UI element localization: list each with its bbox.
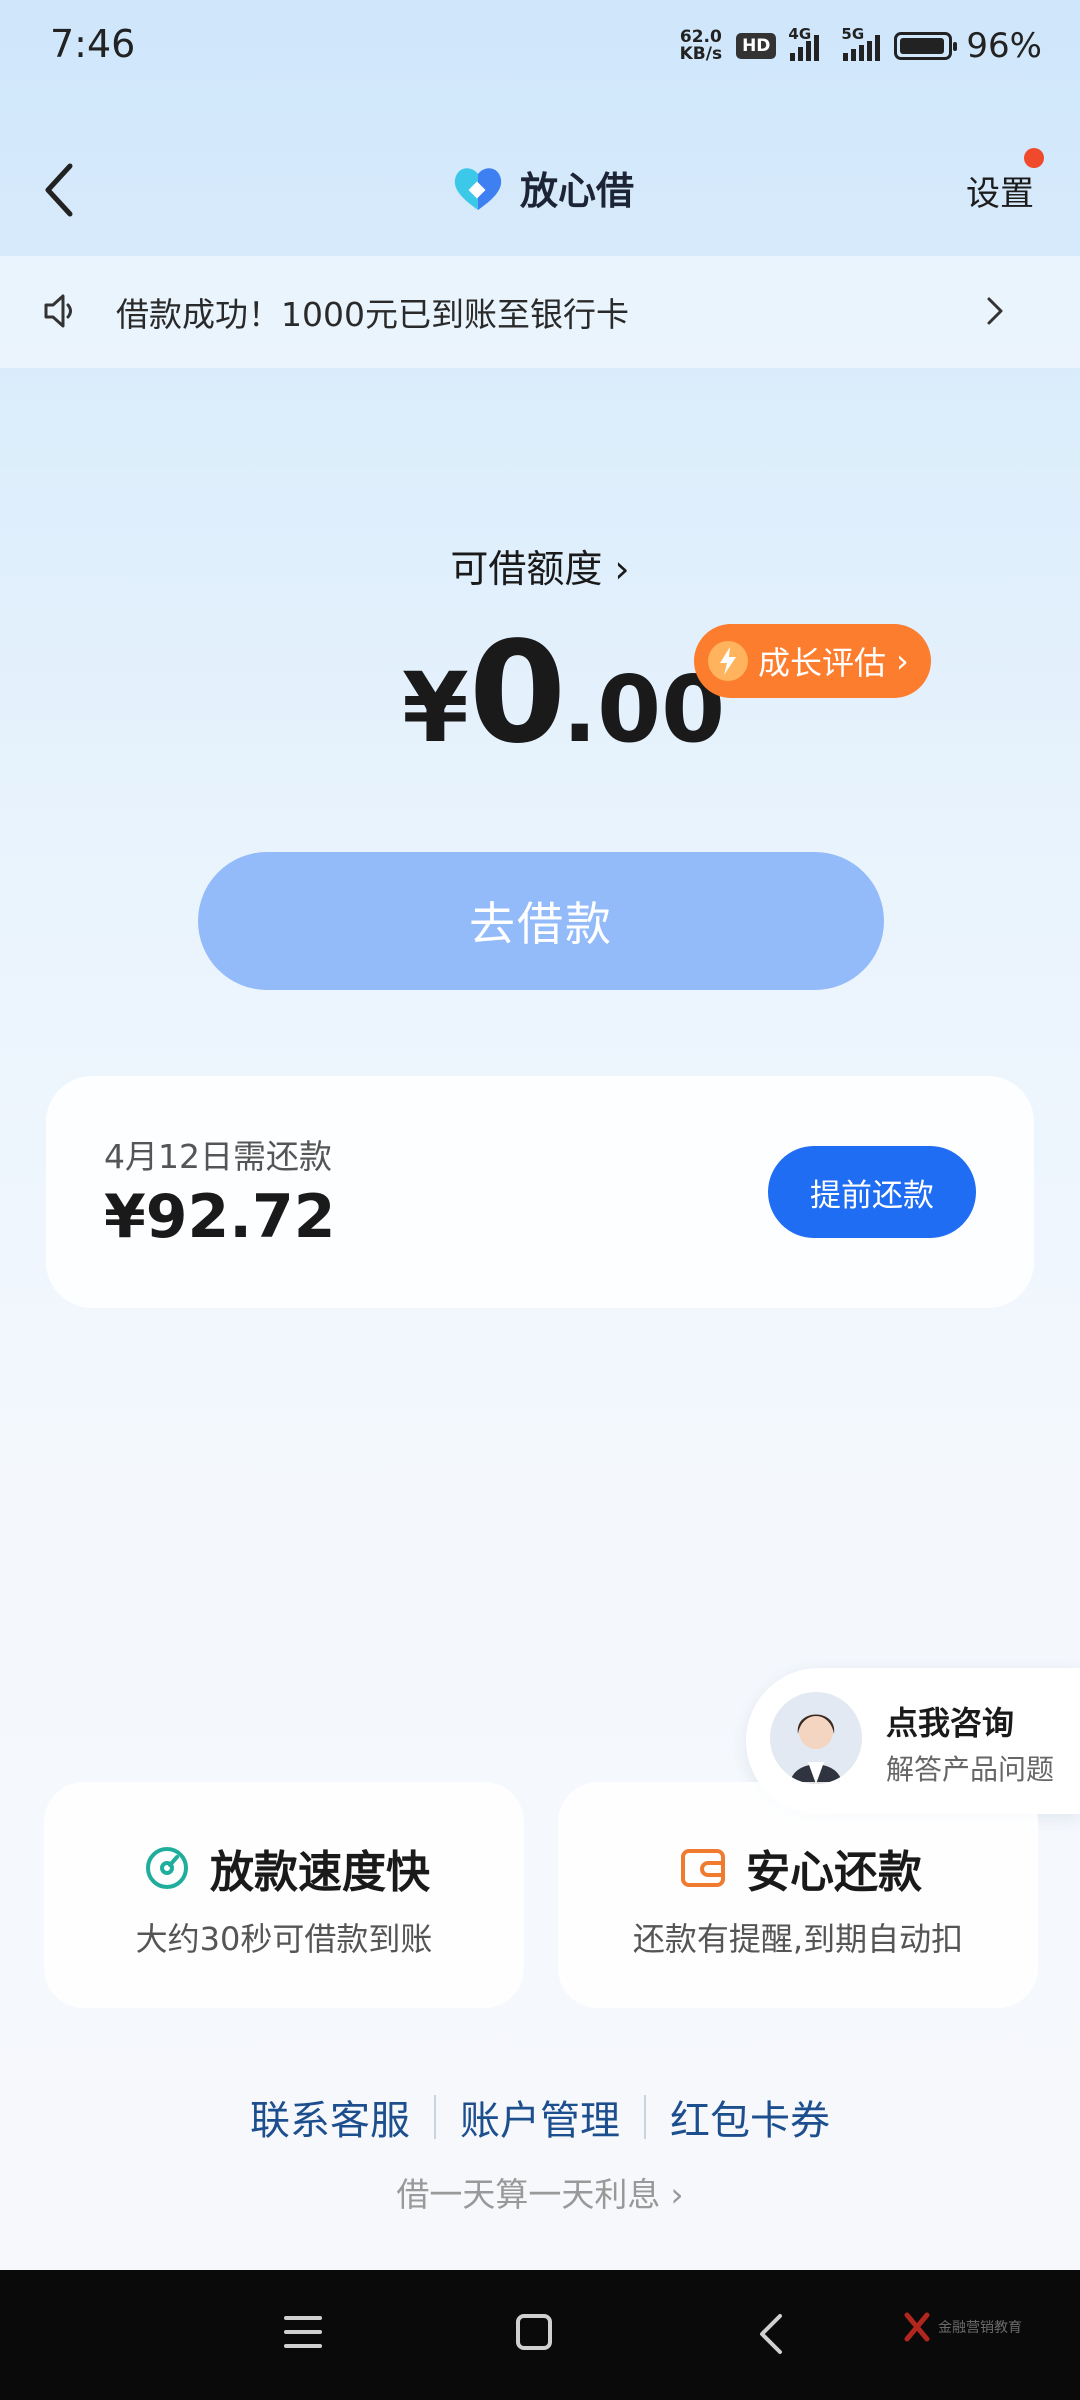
notification-dot — [1024, 148, 1044, 168]
battery-percent: 96% — [966, 26, 1042, 66]
repay-amount: ¥92.72 — [104, 1182, 336, 1252]
link-customer-service[interactable]: 联系客服 — [250, 2088, 410, 2146]
wallet-icon — [681, 1849, 725, 1887]
watermark: 金融营销教育 — [904, 2312, 1022, 2342]
chevron-right-icon[interactable] — [985, 295, 1005, 327]
feature-title-fast: 放款速度快 — [144, 1836, 430, 1900]
brand-name: 放心借 — [520, 169, 635, 213]
available-limit-amount: ¥ 0 .00 — [402, 612, 726, 775]
home-icon[interactable] — [516, 2314, 552, 2350]
status-icons: 62.0 KB/s HD 4G 5G 96% — [679, 25, 1042, 66]
brand-logo: 放心借 — [450, 160, 634, 215]
feature-title-repay: 安心还款 — [680, 1836, 922, 1900]
footer-links: 联系客服 账户管理 红包卡券 — [0, 2088, 1080, 2146]
heart-logo-icon — [454, 167, 502, 210]
battery-icon — [894, 32, 958, 60]
growth-assessment-button[interactable]: 成长评估 › — [694, 624, 931, 698]
agent-avatar — [770, 1692, 862, 1784]
speaker-icon — [44, 294, 72, 328]
link-account-management[interactable]: 账户管理 — [460, 2088, 620, 2146]
divider — [434, 2095, 436, 2139]
divider — [644, 2095, 646, 2139]
lightning-icon — [708, 641, 748, 681]
signal-4g-icon: 4G — [788, 25, 820, 61]
prepay-button[interactable]: 提前还款 — [768, 1146, 976, 1238]
status-time: 7:46 — [50, 22, 136, 66]
watermark-logo-icon — [904, 2312, 930, 2342]
menu-icon[interactable] — [284, 2316, 322, 2358]
notice-text: 借款成功！1000元已到账至银行卡 — [116, 295, 629, 334]
daily-interest-link[interactable]: 借一天算一天利息 › — [0, 2168, 1080, 2216]
settings-button[interactable]: 设置 — [966, 166, 1034, 215]
available-limit-label[interactable]: 可借额度 › — [0, 538, 1080, 593]
signal-5g-icon: 5G — [841, 25, 881, 61]
repay-due-date: 4月12日需还款 — [104, 1137, 332, 1176]
nav-back-icon[interactable] — [756, 2312, 786, 2356]
feature-desc-fast: 大约30秒可借款到账 — [135, 1920, 433, 1958]
consult-title: 点我咨询 — [886, 1704, 1015, 1742]
borrow-button[interactable]: 去借款 — [198, 852, 884, 990]
network-speed: 62.0 KB/s — [679, 27, 723, 64]
speed-icon — [146, 1847, 188, 1889]
hd-voice-badge: HD — [736, 33, 777, 59]
link-coupons[interactable]: 红包卡券 — [670, 2088, 830, 2146]
feature-desc-repay: 还款有提醒,到期自动扣 — [632, 1920, 964, 1958]
back-arrow-icon[interactable] — [40, 160, 80, 220]
